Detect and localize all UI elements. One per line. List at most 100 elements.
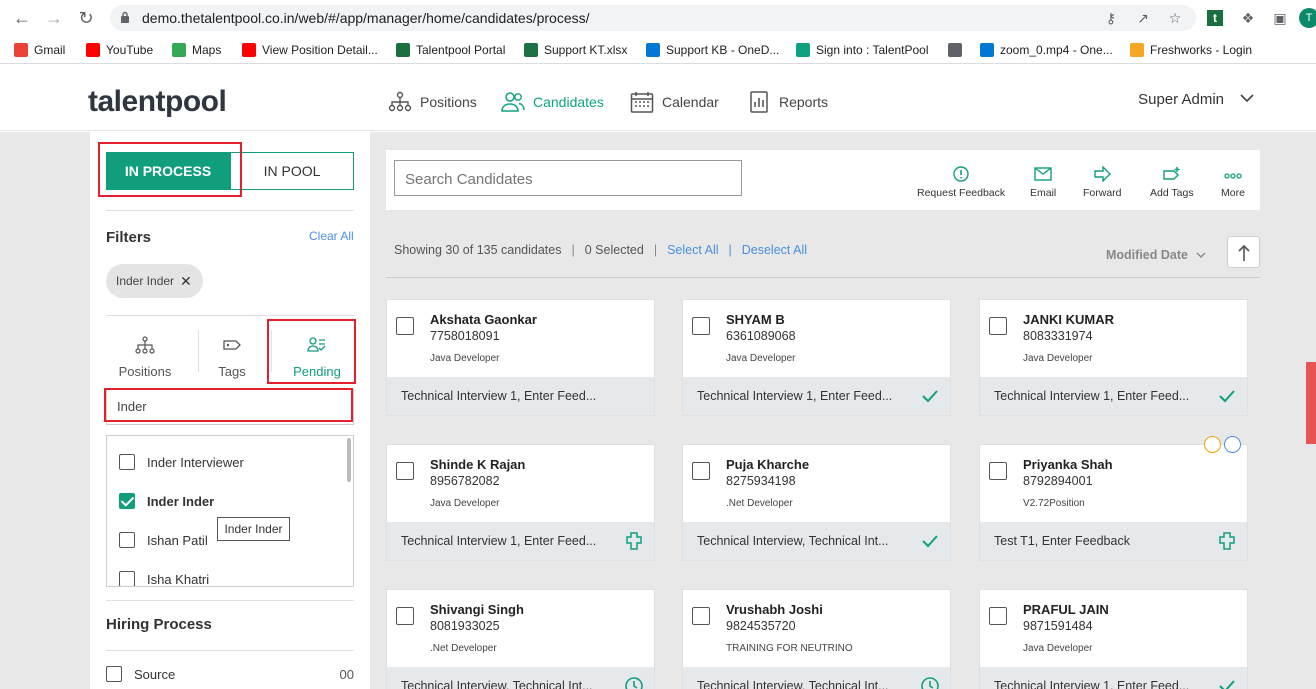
forward-icon[interactable]: → (44, 8, 64, 28)
search-candidates-field[interactable] (394, 160, 742, 196)
candidate-stage-bar[interactable]: Technical Interview 1, Enter Feed... (980, 667, 1247, 689)
filter-tab-positions[interactable]: Positions (105, 336, 185, 379)
candidate-name[interactable]: Vrushabh Joshi (726, 602, 823, 617)
candidate-name[interactable]: PRAFUL JAIN (1023, 602, 1109, 617)
add-tags-button[interactable]: Add Tags (1150, 166, 1194, 199)
candidate-card[interactable]: SHYAM B 6361089068 Java Developer Technical… (682, 299, 951, 416)
nav-reports[interactable]: Reports (747, 91, 828, 113)
interviewer-checkbox[interactable] (119, 493, 135, 509)
candidate-card[interactable]: Vrushabh Joshi 9824535720 TRAINING FOR NEU… (682, 589, 951, 689)
candidate-checkbox[interactable] (692, 607, 710, 625)
sort-dropdown[interactable]: Modified Date (1106, 248, 1206, 262)
interviewer-checkbox[interactable] (119, 532, 135, 548)
candidate-checkbox[interactable] (692, 462, 710, 480)
key-icon[interactable]: ⚷ (1102, 9, 1120, 27)
talentpool-extension-icon[interactable]: t (1207, 10, 1223, 26)
check-icon[interactable] (1217, 676, 1237, 689)
users-icon[interactable] (1224, 436, 1241, 453)
candidate-name[interactable]: Puja Kharche (726, 457, 809, 472)
feedback-side-tab[interactable] (1306, 362, 1316, 444)
clear-all-link[interactable]: Clear All (309, 229, 354, 243)
star-icon[interactable]: ☆ (1166, 9, 1184, 27)
candidate-name[interactable]: Akshata Gaonkar (430, 312, 537, 327)
puzzle-icon[interactable] (624, 531, 644, 551)
sidepanel-icon[interactable]: ▣ (1270, 8, 1290, 28)
source-checkbox[interactable] (106, 666, 122, 682)
profile-avatar[interactable]: T (1299, 8, 1316, 28)
nav-positions[interactable]: Positions (388, 91, 477, 113)
remove-chip-icon[interactable]: ✕ (180, 273, 192, 290)
bookmark-item[interactable]: View Position Detail... (242, 42, 378, 58)
bookmark-item[interactable]: Maps (172, 42, 221, 58)
candidate-card[interactable]: Priyanka Shah 8792894001 V2.72Position Test… (979, 436, 1248, 561)
sort-order-button[interactable] (1227, 236, 1260, 268)
bookmark-item[interactable]: Freshworks - Login (1130, 42, 1252, 58)
puzzle-icon[interactable] (1217, 531, 1237, 551)
bookmark-item[interactable]: Support KT.xlsx (524, 42, 627, 58)
share-icon[interactable]: ↗ (1134, 9, 1152, 27)
interviewer-option[interactable]: Ishan Patil (119, 531, 208, 549)
reload-icon[interactable]: ↻ (76, 8, 96, 28)
forward-button[interactable]: Forward (1083, 166, 1122, 199)
candidate-name[interactable]: JANKI KUMAR (1023, 312, 1114, 327)
candidate-stage-bar[interactable]: Technical Interview, Technical Int... (683, 522, 950, 560)
back-icon[interactable]: ← (12, 8, 32, 28)
bookmark-item[interactable]: Support KB - OneD... (646, 42, 779, 58)
more-button[interactable]: More (1221, 166, 1245, 199)
email-button[interactable]: Email (1030, 166, 1056, 199)
candidate-stage-bar[interactable]: Technical Interview 1, Enter Feed... (387, 522, 654, 560)
bookmark-item[interactable]: Talentpool Portal (396, 42, 505, 58)
candidate-stage-bar[interactable]: Technical Interview, Technical Int... (387, 667, 654, 689)
candidate-card[interactable]: PRAFUL JAIN 9871591484 Java Developer Techn… (979, 589, 1248, 689)
candidate-checkbox[interactable] (396, 607, 414, 625)
interviewer-option[interactable]: Inder Inder (119, 492, 214, 510)
bookmark-item[interactable]: zoom_0.mp4 - One... (980, 42, 1113, 58)
deselect-all-link[interactable]: Deselect All (742, 243, 807, 257)
puzzle-extensions-icon[interactable]: ❖ (1238, 8, 1258, 28)
candidate-checkbox[interactable] (396, 317, 414, 335)
bookmark-item[interactable] (948, 42, 968, 58)
check-icon[interactable] (1217, 386, 1237, 406)
clock-icon[interactable] (624, 676, 644, 689)
bookmark-item[interactable]: Gmail (14, 42, 65, 58)
interviewer-option[interactable]: Inder Interviewer (119, 453, 244, 471)
candidate-checkbox[interactable] (989, 317, 1007, 335)
candidate-card[interactable]: Shinde K Rajan 8956782082 Java Developer Te… (386, 444, 655, 561)
candidate-name[interactable]: Shinde K Rajan (430, 457, 525, 472)
user-menu[interactable]: Super Admin (1138, 91, 1224, 108)
nav-candidates[interactable]: Candidates (501, 91, 604, 113)
candidate-name[interactable]: Shivangi Singh (430, 602, 524, 617)
eye-icon[interactable] (1204, 436, 1221, 453)
candidate-stage-bar[interactable]: Technical Interview 1, Enter Feed... (683, 377, 950, 415)
interviewer-checkbox[interactable] (119, 454, 135, 470)
check-icon[interactable] (920, 386, 940, 406)
filter-tab-tags[interactable]: Tags (192, 336, 272, 379)
tab-in-pool[interactable]: IN POOL (230, 152, 354, 190)
candidate-stage-bar[interactable]: Technical Interview, Technical Int... (683, 667, 950, 689)
talentpool-logo[interactable]: talentpool (88, 85, 227, 119)
candidate-card[interactable]: Shivangi Singh 8081933025 .Net Developer Te… (386, 589, 655, 689)
candidate-card[interactable]: Akshata Gaonkar 7758018091 Java Developer T… (386, 299, 655, 416)
candidate-card[interactable]: JANKI KUMAR 8083331974 Java Developer Techn… (979, 299, 1248, 416)
bookmark-item[interactable]: Sign into : TalentPool (796, 42, 929, 58)
chevron-down-icon[interactable] (1240, 93, 1254, 103)
candidate-checkbox[interactable] (989, 607, 1007, 625)
bookmark-item[interactable]: YouTube (86, 42, 153, 58)
clock-icon[interactable] (920, 676, 940, 689)
candidate-stage-bar[interactable]: Technical Interview 1, Enter Feed... (980, 377, 1247, 415)
candidate-name[interactable]: SHYAM B (726, 312, 785, 327)
candidate-card[interactable]: Puja Kharche 8275934198 .Net Developer Tech… (682, 444, 951, 561)
request-feedback-button[interactable]: Request Feedback (917, 166, 1005, 199)
address-bar[interactable]: demo.thetalentpool.co.in/web/#/app/manag… (110, 5, 1196, 31)
candidate-checkbox[interactable] (692, 317, 710, 335)
candidate-stage-bar[interactable]: Technical Interview 1, Enter Feed... (387, 377, 654, 415)
nav-calendar[interactable]: Calendar (630, 91, 719, 113)
select-all-link[interactable]: Select All (667, 243, 718, 257)
candidate-checkbox[interactable] (989, 462, 1007, 480)
interviewer-checkbox[interactable] (119, 571, 135, 586)
interviewer-option[interactable]: Isha Khatri (119, 570, 209, 586)
scrollbar-thumb[interactable] (347, 438, 351, 482)
candidate-stage-bar[interactable]: Test T1, Enter Feedback (980, 522, 1247, 560)
search-candidates-input[interactable] (405, 171, 725, 188)
source-filter-row[interactable]: Source 00 (106, 666, 354, 682)
